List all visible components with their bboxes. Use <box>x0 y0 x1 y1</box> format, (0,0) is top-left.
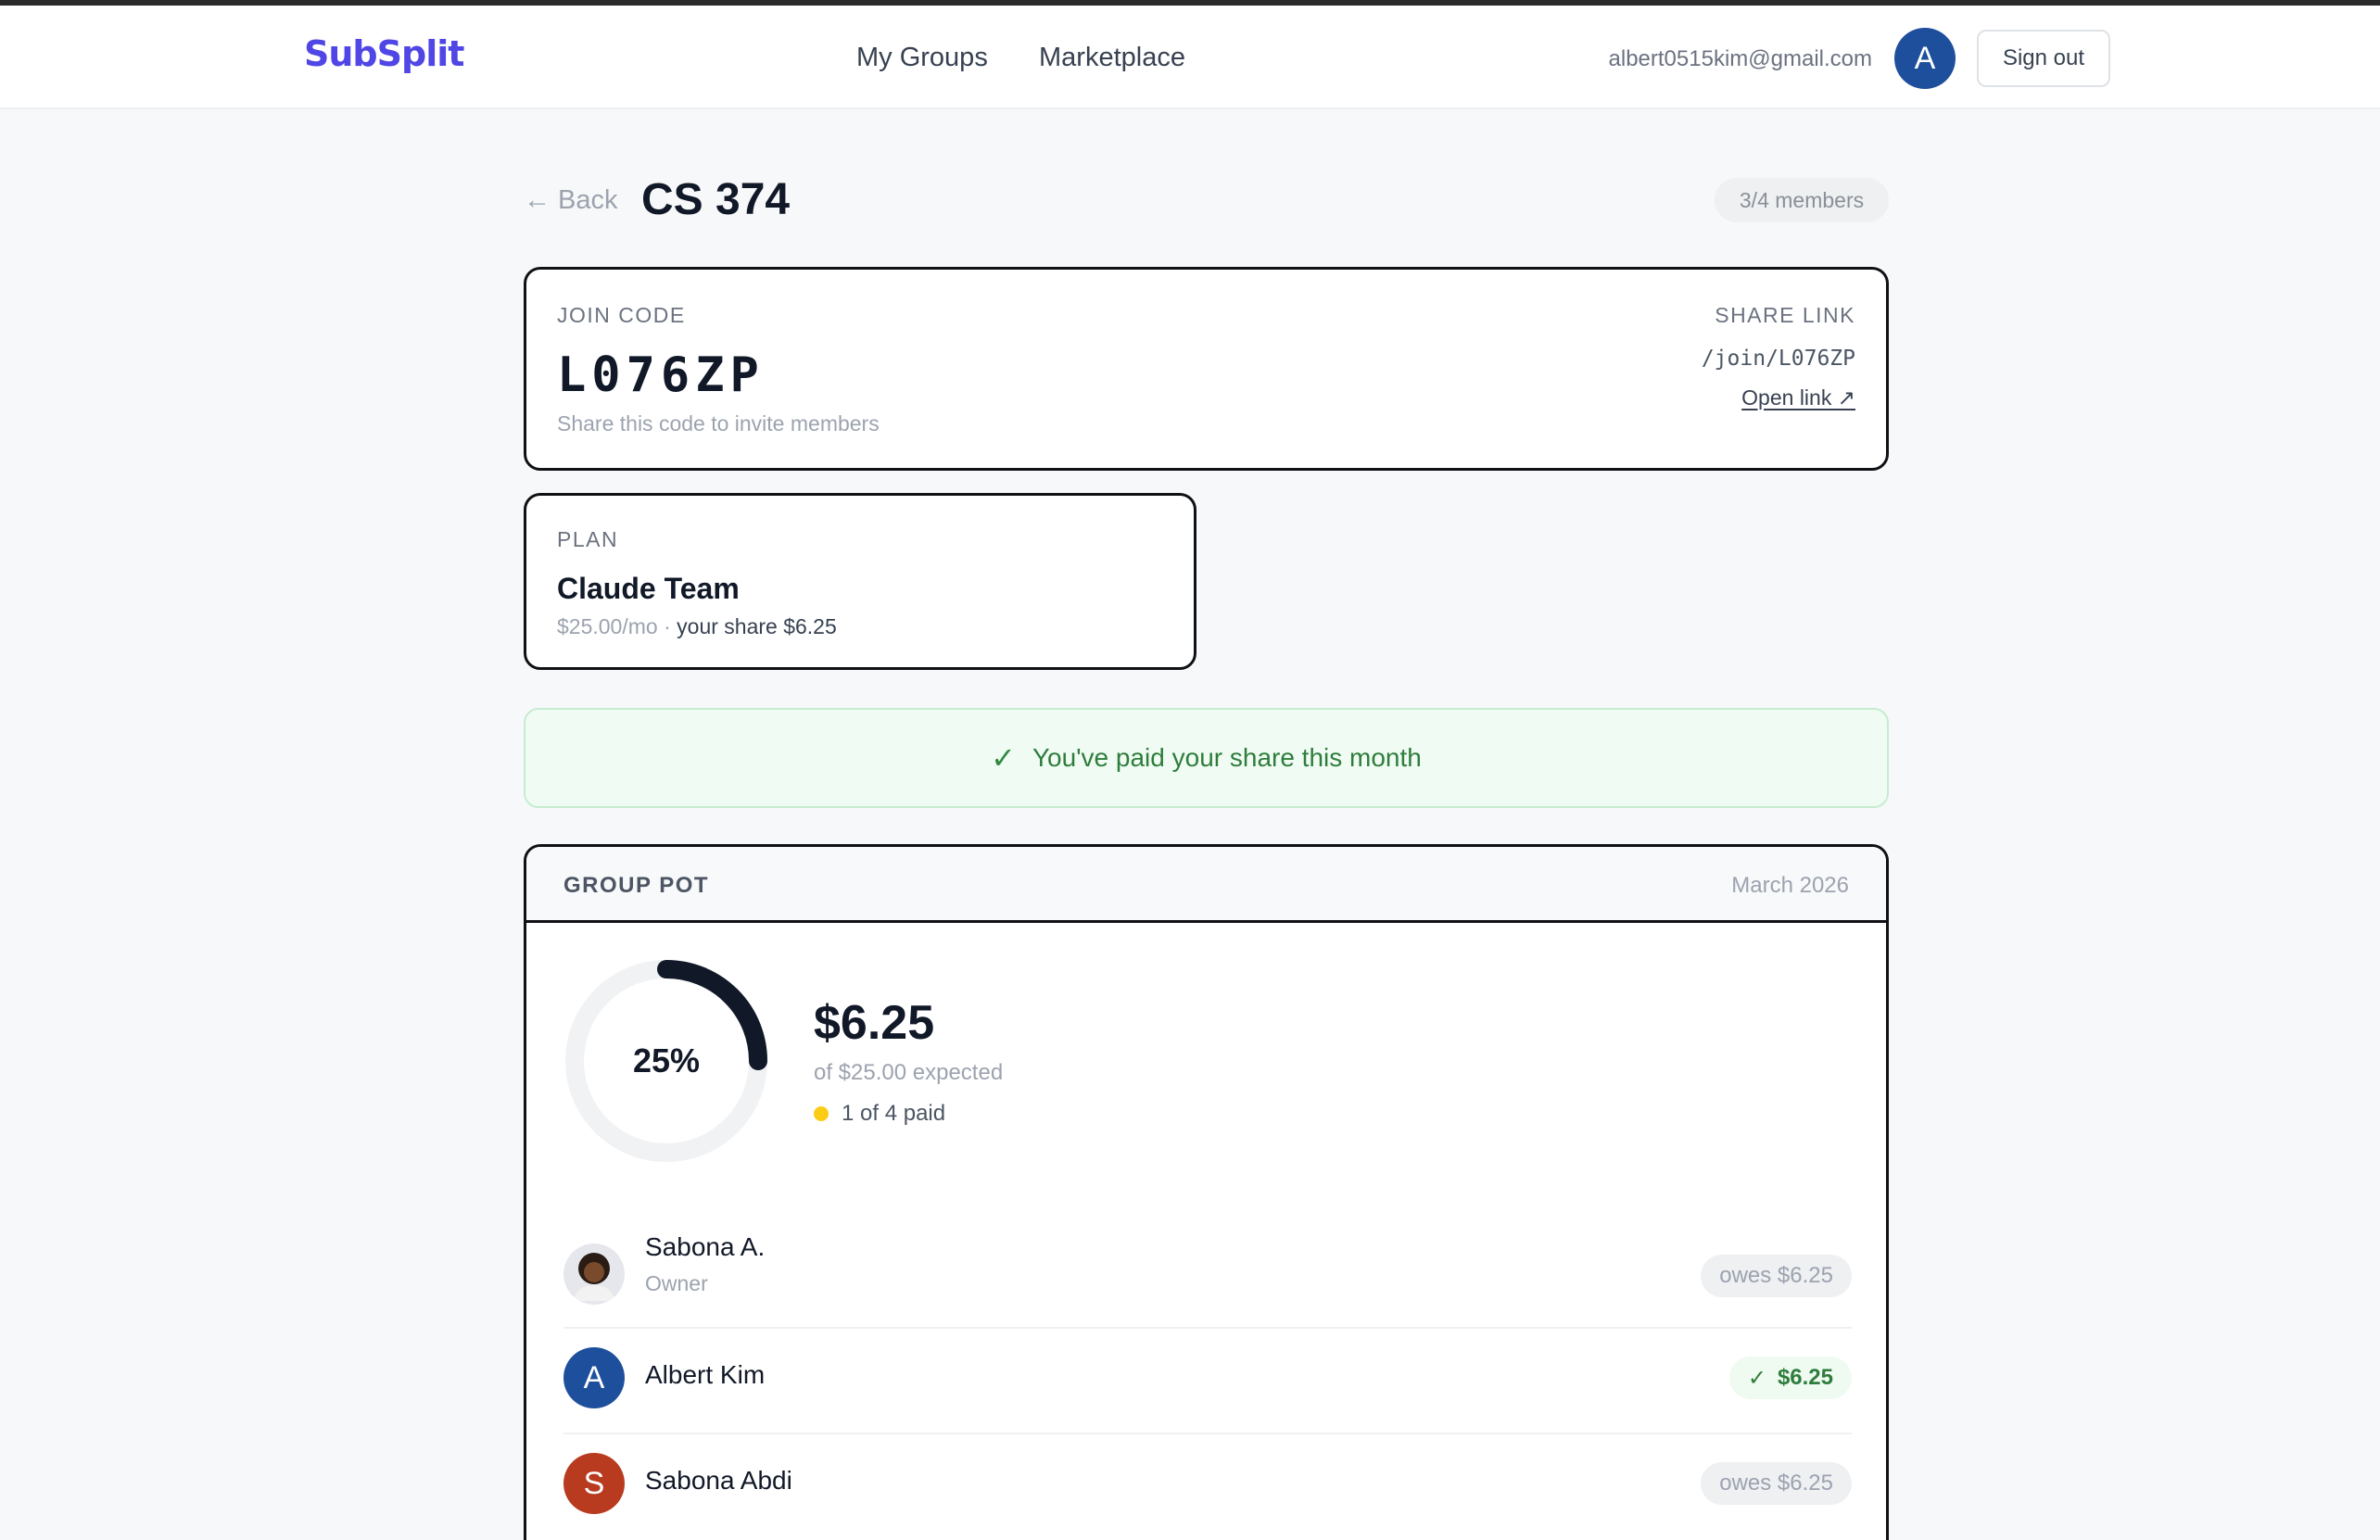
member-row: A Albert Kim ✓ $6.25 <box>563 1329 1852 1434</box>
subsplit-logo[interactable]: SubSplit <box>304 33 464 74</box>
check-icon: ✓ <box>991 741 1016 775</box>
user-avatar[interactable]: A <box>1894 28 1956 89</box>
top-navigation-bar: SubSplit My Groups Marketplace albert051… <box>0 6 2380 109</box>
page-title: CS 374 <box>641 175 791 224</box>
group-pot-month: March 2026 <box>1731 873 1849 898</box>
user-email: albert0515kim@gmail.com <box>1608 46 1872 71</box>
group-pot-label: GROUP POT <box>563 873 710 898</box>
join-code-value: L076ZP <box>557 347 765 403</box>
group-pot-card: GROUP POT March 2026 25% $6.25 of $25.00… <box>524 844 1889 1540</box>
member-name: Sabona Abdi <box>645 1466 792 1495</box>
paid-amount: $6.25 <box>1777 1365 1833 1390</box>
owes-badge: owes $6.25 <box>1701 1255 1852 1297</box>
open-link[interactable]: Open link ↗ <box>1741 385 1855 410</box>
sign-out-button[interactable]: Sign out <box>1977 30 2110 87</box>
paid-count-text: 1 of 4 paid <box>842 1101 946 1126</box>
plan-label: PLAN <box>557 527 619 551</box>
member-avatar: A <box>563 1347 625 1408</box>
member-avatar-photo <box>563 1243 625 1305</box>
plan-name: Claude Team <box>557 572 740 605</box>
plan-your-share: your share $6.25 <box>677 614 837 638</box>
members-count-badge: 3/4 members <box>1715 178 1889 222</box>
group-pot-header: GROUP POT March 2026 <box>526 847 1886 923</box>
back-link[interactable]: ← Back <box>524 185 618 216</box>
pending-dot-icon <box>814 1106 829 1121</box>
nav-marketplace[interactable]: Marketplace <box>1039 43 1185 73</box>
plan-separator: · <box>657 614 677 638</box>
member-row: S Sabona Abdi owes $6.25 <box>563 1434 1852 1540</box>
check-icon: ✓ <box>1747 1365 1766 1391</box>
share-link-path: /join/L076ZP <box>1701 347 1855 371</box>
member-row: Sabona A. Owner owes $6.25 <box>563 1223 1852 1329</box>
member-avatar: S <box>563 1453 625 1514</box>
member-name: Sabona A. <box>645 1232 766 1261</box>
pot-amount: $6.25 <box>814 996 935 1050</box>
join-code-hint: Share this code to invite members <box>557 411 880 435</box>
paid-status-banner: ✓ You've paid your share this month <box>524 708 1889 808</box>
member-role: Owner <box>645 1271 708 1295</box>
join-code-card: JOIN CODE L076ZP Share this code to invi… <box>524 267 1889 471</box>
plan-card: PLAN Claude Team $25.00/mo · your share … <box>524 493 1196 670</box>
pot-paid-count: 1 of 4 paid <box>814 1101 945 1127</box>
nav-my-groups[interactable]: My Groups <box>856 43 988 73</box>
progress-ring: 25% <box>563 958 769 1164</box>
paid-status-text: You've paid your share this month <box>1032 743 1422 772</box>
join-code-label: JOIN CODE <box>557 303 686 327</box>
progress-percent: 25% <box>632 1041 701 1079</box>
owes-badge: owes $6.25 <box>1701 1462 1852 1505</box>
person-photo-icon <box>563 1243 625 1305</box>
plan-price: $25.00/mo <box>557 614 658 638</box>
paid-badge: ✓ $6.25 <box>1728 1357 1852 1399</box>
share-link-label: SHARE LINK <box>1715 303 1855 327</box>
pot-expected: of $25.00 expected <box>814 1060 1004 1085</box>
member-name: Albert Kim <box>645 1360 766 1389</box>
plan-price-line: $25.00/mo · your share $6.25 <box>557 614 837 639</box>
